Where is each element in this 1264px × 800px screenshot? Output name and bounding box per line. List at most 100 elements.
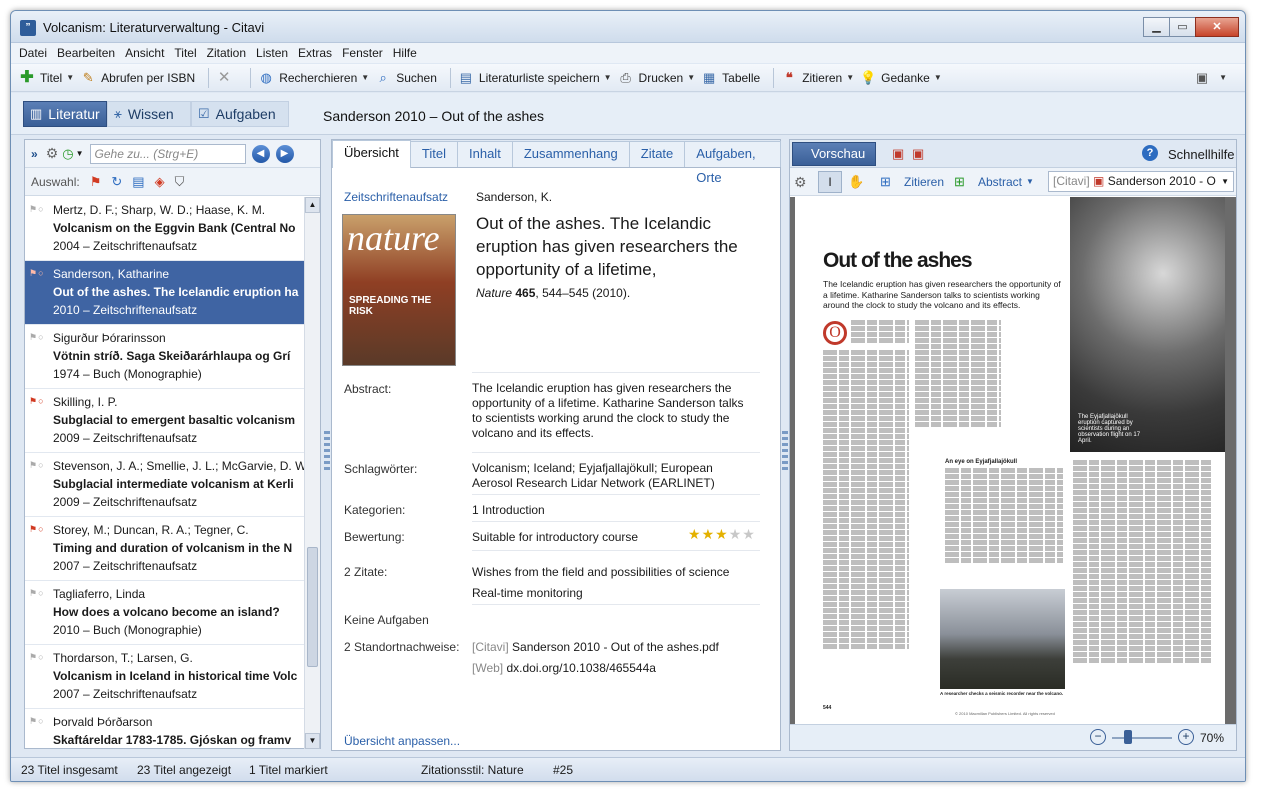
list-item[interactable]: ⚑○ Storey, M.; Duncan, R. A.; Tegner, C. T… — [25, 517, 305, 581]
document-selector[interactable]: [Citavi] ▣ Sanderson 2010 - O ▼ — [1048, 171, 1234, 192]
red-flag-icon[interactable]: ⚑○ — [29, 396, 45, 407]
menu-hilfe[interactable]: Hilfe — [393, 46, 417, 60]
previous-arrow-icon[interactable]: ◀ — [251, 144, 270, 163]
tab-wissen[interactable]: ⚹ Wissen — [107, 101, 191, 127]
tab-literatur[interactable]: ▥ Literatur — [23, 101, 107, 127]
tag-select-icon[interactable]: ◈ — [155, 174, 165, 190]
menu-titel[interactable]: Titel — [174, 46, 196, 60]
abstract-button[interactable]: Abstract — [978, 175, 1022, 189]
scroll-thumb[interactable] — [307, 547, 318, 667]
star-icon[interactable]: ★ — [702, 526, 716, 542]
maximize-button[interactable]: ▭ — [1169, 17, 1195, 37]
history-clock-icon[interactable]: ◷ — [62, 146, 73, 162]
table-button[interactable]: ▦ Tabelle — [701, 70, 760, 86]
zoom-slider-thumb[interactable] — [1124, 730, 1132, 744]
left-splitter-handle[interactable] — [324, 431, 330, 471]
flag-select-icon[interactable]: ⚑ — [90, 174, 102, 190]
flag-icon[interactable]: ⚑○ — [29, 460, 45, 471]
menu-zitation[interactable]: Zitation — [207, 46, 246, 60]
quote-item[interactable]: Wishes from the field and possibilities … — [472, 565, 729, 579]
fetch-isbn-button[interactable]: ✎ Abrufen per ISBN — [80, 70, 196, 86]
rating-stars[interactable]: ★★★★★ — [688, 526, 756, 543]
text-select-cursor-icon[interactable]: I — [818, 171, 842, 193]
location-item-pdf[interactable]: [Citavi] Sanderson 2010 - Out of the ash… — [472, 640, 719, 654]
refresh-select-icon[interactable]: ↻ — [111, 174, 122, 190]
list-item[interactable]: ⚑○ Stevenson, J. A.; Smellie, J. L.; McGa… — [25, 453, 305, 517]
flag-icon[interactable]: ⚑○ — [29, 588, 45, 599]
categories-text[interactable]: 1 Introduction — [472, 503, 545, 517]
pdf-viewer[interactable]: Out of the ashes The Icelandic eruption … — [790, 197, 1236, 724]
right-splitter-handle[interactable] — [782, 431, 788, 471]
location-item-web[interactable]: [Web] dx.doi.org/10.1038/465544a — [472, 661, 656, 675]
quote-item[interactable]: Real-time monitoring — [472, 586, 583, 600]
collapse-pane-icon[interactable]: » — [31, 147, 38, 161]
tab-uebersicht[interactable]: Übersicht — [332, 140, 411, 168]
menu-fenster[interactable]: Fenster — [342, 46, 383, 60]
cite-button[interactable]: ❝ Zitieren ▼ — [781, 70, 854, 86]
star-icon[interactable]: ★ — [742, 526, 756, 542]
help-icon[interactable]: ? — [1142, 145, 1158, 161]
menu-listen[interactable]: Listen — [256, 46, 288, 60]
preview-dropdown[interactable]: Vorschau ▼ — [792, 142, 876, 182]
zoom-level[interactable]: 70% — [1200, 731, 1224, 745]
chevron-down-icon[interactable]: ▼ — [76, 149, 84, 158]
list-item[interactable]: ⚑○ Sigurður Þórarinsson Vötnin stríð. Saga… — [25, 325, 305, 389]
scroll-up-icon[interactable]: ▲ — [305, 197, 320, 213]
chevron-down-icon[interactable]: ▼ — [1026, 177, 1034, 186]
cite-plus-icon[interactable]: ⊞ — [880, 174, 891, 190]
rating-text[interactable]: Suitable for introductory course — [472, 530, 638, 544]
quick-help-label[interactable]: Schnellhilfe — [1168, 147, 1235, 162]
gear-icon[interactable]: ⚙ — [794, 174, 807, 191]
list-item[interactable]: ⚑○ Sanderson, Katharine Out of the ashes. … — [25, 261, 305, 325]
research-button[interactable]: ◍ Recherchieren ▼ — [258, 70, 370, 86]
print-button[interactable]: ⎙ Drucken ▼ — [618, 70, 695, 86]
red-flag-icon[interactable]: ⚑○ — [29, 524, 45, 535]
gear-icon[interactable]: ⚙ — [46, 145, 59, 162]
star-icon[interactable]: ★ — [729, 526, 743, 542]
group-select-icon[interactable]: ▤ — [132, 174, 144, 190]
tab-zitate[interactable]: Zitate — [628, 141, 686, 167]
red-flag-icon[interactable]: ⚑○ — [29, 268, 45, 279]
tab-aufgaben[interactable]: ☑ Aufgaben — [191, 101, 289, 127]
list-item[interactable]: ⚑○ Thordarson, T.; Larsen, G. Volcanism in… — [25, 645, 305, 709]
status-citation-style[interactable]: Zitationsstil: Nature — [421, 763, 524, 777]
menu-bearbeiten[interactable]: Bearbeiten — [57, 46, 115, 60]
menu-ansicht[interactable]: Ansicht — [125, 46, 164, 60]
search-button[interactable]: ⌕ Suchen — [375, 70, 437, 86]
tab-zusammenhang[interactable]: Zusammenhang — [511, 141, 630, 167]
star-icon[interactable]: ★ — [688, 526, 702, 542]
tab-titel[interactable]: Titel — [409, 141, 458, 167]
tab-inhalt[interactable]: Inhalt — [457, 141, 513, 167]
zoom-out-icon[interactable]: − — [1090, 729, 1106, 745]
next-arrow-icon[interactable]: ▶ — [275, 144, 294, 163]
thought-button[interactable]: 💡 Gedanke ▼ — [860, 70, 942, 86]
flag-icon[interactable]: ⚑○ — [29, 332, 45, 343]
abstract-plus-icon[interactable]: ⊞ — [954, 174, 965, 190]
flag-icon[interactable]: ⚑○ — [29, 652, 45, 663]
goto-search-input[interactable]: Gehe zu... (Strg+E) — [89, 143, 246, 164]
new-title-button[interactable]: ✚ Titel ▼ — [19, 69, 74, 86]
zoom-slider[interactable] — [1112, 737, 1172, 739]
reference-type[interactable]: Zeitschriftenaufsatz — [344, 190, 448, 204]
list-item[interactable]: ⚑○ Tagliaferro, Linda How does a volcano b… — [25, 581, 305, 645]
flag-icon[interactable]: ⚑○ — [29, 204, 45, 215]
menu-extras[interactable]: Extras — [298, 46, 332, 60]
cite-button[interactable]: Zitieren — [904, 175, 944, 189]
save-bibliography-button[interactable]: ▤ Literaturliste speichern ▼ — [458, 70, 612, 86]
scroll-down-icon[interactable]: ▼ — [305, 733, 320, 749]
pdf-icon[interactable]: ▣ — [892, 146, 904, 162]
menu-datei[interactable]: Datei — [19, 46, 47, 60]
pdf-options-icon[interactable]: ▣ — [912, 146, 924, 162]
title-bar[interactable]: ” Volcanism: Literaturverwaltung - Citav… — [11, 11, 1245, 43]
delete-button[interactable]: ✕ — [216, 69, 237, 86]
customize-overview-link[interactable]: Übersicht anpassen... — [344, 734, 460, 748]
tab-aufgaben-orte[interactable]: Aufgaben, Orte — [684, 141, 781, 185]
hand-pan-icon[interactable]: ✋ — [848, 174, 864, 190]
zoom-in-icon[interactable]: + — [1178, 729, 1194, 745]
list-item[interactable]: ⚑○ Skilling, I. P. Subglacial to emergent … — [25, 389, 305, 453]
keywords-text[interactable]: Volcanism; Iceland; Eyjafjallajökull; Eu… — [472, 461, 754, 491]
minimize-button[interactable]: ▁ — [1143, 17, 1169, 37]
close-button[interactable]: ✕ — [1195, 17, 1239, 37]
flag-icon[interactable]: ⚑○ — [29, 716, 45, 727]
layout-menu-button[interactable]: ▣ ▼ — [1194, 70, 1227, 86]
